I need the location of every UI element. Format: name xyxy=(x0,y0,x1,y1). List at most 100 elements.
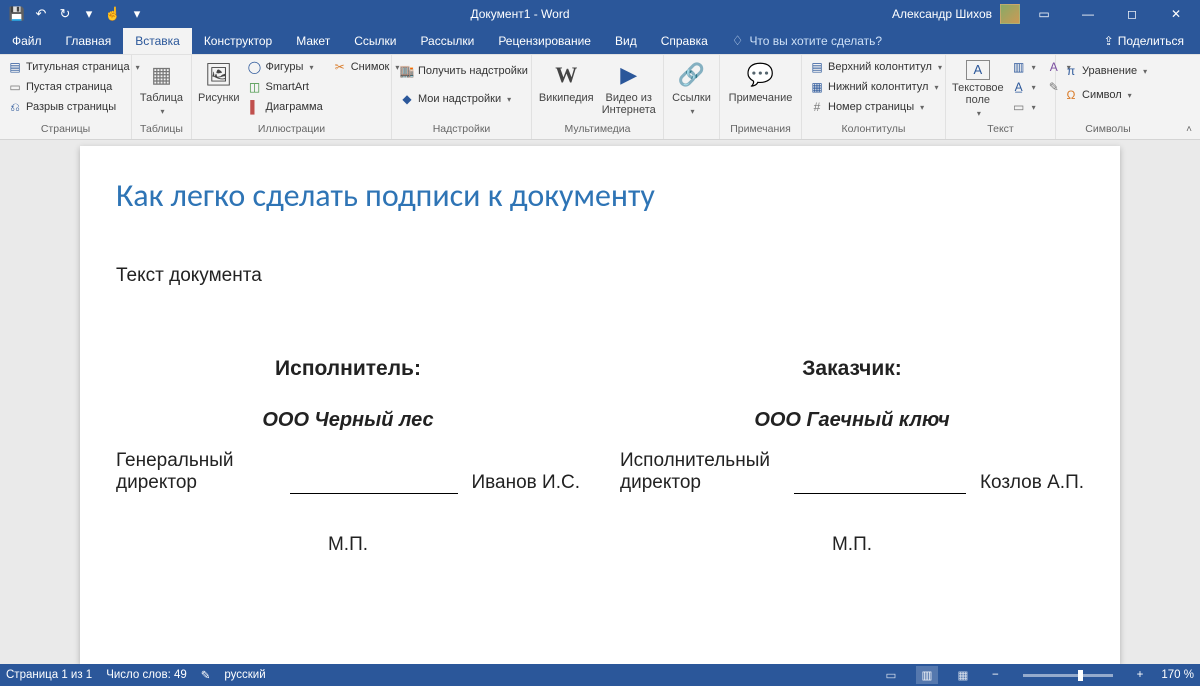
comment-button[interactable]: 💬 Примечание xyxy=(724,56,797,104)
equation-icon: π xyxy=(1064,65,1078,79)
avatar[interactable] xyxy=(1000,4,1020,24)
signature-block: Исполнитель: ООО Черный лес Генеральный … xyxy=(116,357,1084,556)
symbol-icon: Ω xyxy=(1064,89,1078,103)
read-mode-icon[interactable]: ▭ xyxy=(880,666,902,684)
header-button[interactable]: ▤Верхний колонтитул▾ xyxy=(806,58,946,77)
tab-layout[interactable]: Макет xyxy=(284,28,342,54)
lightbulb-icon: ♢ xyxy=(732,33,744,49)
status-page[interactable]: Страница 1 из 1 xyxy=(6,669,92,681)
footer-icon: ▦ xyxy=(810,81,824,95)
status-language[interactable]: русский xyxy=(224,669,265,681)
zoom-thumb[interactable] xyxy=(1078,670,1083,681)
comment-icon: 💬 xyxy=(746,60,776,90)
proofing-icon[interactable]: ✎ xyxy=(201,668,211,682)
cover-page-icon: ▤ xyxy=(8,61,22,75)
tab-references[interactable]: Ссылки xyxy=(342,28,408,54)
page-number-button[interactable]: #Номер страницы▾ xyxy=(806,98,946,117)
blank-page-button[interactable]: ▭Пустая страница xyxy=(4,78,144,97)
document-heading[interactable]: Как легко сделать подписи к документу xyxy=(116,176,1084,215)
web-layout-icon[interactable]: ▦ xyxy=(952,666,974,684)
equation-button[interactable]: πУравнение▾ xyxy=(1060,62,1151,81)
signature-line-right xyxy=(794,476,966,494)
links-button[interactable]: 🔗 Ссылки▾ xyxy=(668,56,715,118)
quick-parts-icon: ▥ xyxy=(1012,61,1026,75)
chart-button[interactable]: ▌Диаграмма xyxy=(244,98,327,117)
ribbon-display-options-icon[interactable]: ▭ xyxy=(1024,0,1064,28)
signature-right[interactable]: Заказчик: ООО Гаечный ключ Исполнительны… xyxy=(620,357,1084,556)
qat-more-icon[interactable]: ▾ xyxy=(126,3,148,25)
tell-me-search[interactable]: ♢ Что вы хотите сделать? xyxy=(720,28,894,54)
tab-design[interactable]: Конструктор xyxy=(192,28,284,54)
group-pages: ▤Титульная страница▾ ▭Пустая страница ⎌Р… xyxy=(0,54,132,139)
tab-review[interactable]: Рецензирование xyxy=(486,28,603,54)
video-icon: ▶ xyxy=(614,60,644,90)
zoom-level[interactable]: 170 % xyxy=(1161,669,1194,681)
document-body-text[interactable]: Текст документа xyxy=(116,265,1084,287)
account-name[interactable]: Александр Шихов xyxy=(892,7,992,21)
tab-view[interactable]: Вид xyxy=(603,28,649,54)
group-pages-label: Страницы xyxy=(4,123,127,139)
signature-left[interactable]: Исполнитель: ООО Черный лес Генеральный … xyxy=(116,357,580,556)
wikipedia-button[interactable]: W Википедия xyxy=(536,56,597,104)
text-box-button[interactable]: A Текстовое поле▾ xyxy=(950,56,1006,120)
zoom-out-button[interactable]: − xyxy=(988,669,1003,681)
signer-org-right: ООО Гаечный ключ xyxy=(620,409,1084,432)
status-word-count[interactable]: Число слов: 49 xyxy=(106,669,187,681)
signer-name-left: Иванов И.С. xyxy=(472,472,580,494)
signer-title-left: Исполнитель: xyxy=(116,357,580,381)
group-addins: 🏬Получить надстройки ◆Мои надстройки▾ На… xyxy=(392,54,532,139)
document-area[interactable]: Как легко сделать подписи к документу Те… xyxy=(0,140,1200,664)
tab-insert[interactable]: Вставка xyxy=(123,28,192,54)
table-button[interactable]: ▦ Таблица▾ xyxy=(136,56,187,118)
print-layout-icon[interactable]: ▥ xyxy=(916,666,938,684)
blank-page-icon: ▭ xyxy=(8,81,22,95)
link-icon: 🔗 xyxy=(677,60,707,90)
minimize-icon[interactable]: — xyxy=(1068,0,1108,28)
group-tables-label: Таблицы xyxy=(136,123,187,139)
my-addins-button[interactable]: ◆Мои надстройки▾ xyxy=(396,90,532,109)
footer-button[interactable]: ▦Нижний колонтитул▾ xyxy=(806,78,946,97)
close-icon[interactable]: ✕ xyxy=(1156,0,1196,28)
shapes-button[interactable]: ◯Фигуры▾ xyxy=(244,58,327,77)
group-media: W Википедия ▶ Видео из Интернета Мультим… xyxy=(532,54,664,139)
maximize-icon[interactable]: ◻ xyxy=(1112,0,1152,28)
customize-qat-icon[interactable]: ▾ xyxy=(78,3,100,25)
zoom-in-button[interactable]: + xyxy=(1133,669,1148,681)
share-label: Поделиться xyxy=(1118,34,1184,48)
zoom-slider[interactable] xyxy=(1023,674,1113,677)
ribbon: ▤Титульная страница▾ ▭Пустая страница ⎌Р… xyxy=(0,54,1200,140)
quick-access-toolbar: 💾 ↶ ↻ ▾ ☝ ▾ xyxy=(0,3,148,25)
share-button[interactable]: ⇪ Поделиться xyxy=(1098,32,1190,50)
save-icon[interactable]: 💾 xyxy=(6,3,28,25)
group-symbols-label: Символы xyxy=(1060,123,1156,139)
touch-mode-icon[interactable]: ☝ xyxy=(102,3,124,25)
undo-icon[interactable]: ↶ xyxy=(30,3,52,25)
screenshot-icon: ✂ xyxy=(333,61,347,75)
page-break-button[interactable]: ⎌Разрыв страницы xyxy=(4,98,144,117)
tab-file[interactable]: Файл xyxy=(0,28,54,54)
smartart-icon: ◫ xyxy=(248,81,262,95)
group-links-label xyxy=(668,123,715,139)
page[interactable]: Как легко сделать подписи к документу Те… xyxy=(80,146,1120,664)
tab-mailings[interactable]: Рассылки xyxy=(408,28,486,54)
date-icon: ▭ xyxy=(1012,101,1026,115)
chart-icon: ▌ xyxy=(248,101,262,115)
redo-icon[interactable]: ↻ xyxy=(54,3,76,25)
group-text: A Текстовое поле▾ ▥▾ A▾ A̲▾ ✎ ▭▾ Текст xyxy=(946,54,1056,139)
collapse-ribbon-icon[interactable]: ˄ xyxy=(1182,122,1196,137)
group-addins-label: Надстройки xyxy=(396,123,527,139)
pictures-button[interactable]: 🖼 Рисунки xyxy=(196,56,242,104)
group-comments: 💬 Примечание Примечания xyxy=(720,54,802,139)
tab-home[interactable]: Главная xyxy=(54,28,124,54)
get-addins-button[interactable]: 🏬Получить надстройки xyxy=(396,62,532,81)
symbol-button[interactable]: ΩСимвол▾ xyxy=(1060,86,1151,105)
text-box-icon: A xyxy=(966,60,990,80)
online-video-button[interactable]: ▶ Видео из Интернета xyxy=(599,56,660,116)
smartart-button[interactable]: ◫SmartArt xyxy=(244,78,327,97)
tab-help[interactable]: Справка xyxy=(649,28,720,54)
status-bar: Страница 1 из 1 Число слов: 49 ✎ русский… xyxy=(0,664,1200,686)
stamp-place-left: М.П. xyxy=(116,534,580,556)
group-tables: ▦ Таблица▾ Таблицы xyxy=(132,54,192,139)
addins-icon: ◆ xyxy=(400,93,414,107)
cover-page-button[interactable]: ▤Титульная страница▾ xyxy=(4,58,144,77)
